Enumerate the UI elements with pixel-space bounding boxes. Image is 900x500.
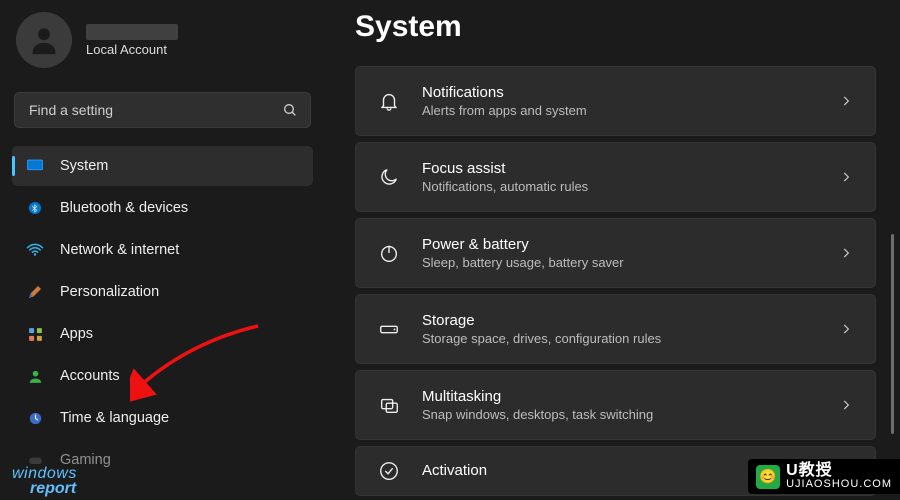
profile-subtitle: Local Account [86,42,178,57]
profile-text: Local Account [86,24,178,57]
page-title: System [355,10,876,44]
main-content: System Notifications Alerts from apps an… [325,0,900,500]
panel-list: Notifications Alerts from apps and syste… [355,66,876,496]
nav-label: Apps [60,326,93,342]
wifi-icon [26,241,44,259]
drive-icon [378,318,400,340]
accounts-icon [26,367,44,385]
sidebar-item-bluetooth[interactable]: Bluetooth & devices [12,188,313,228]
sidebar-item-apps[interactable]: Apps [12,314,313,354]
nav-label: Network & internet [60,242,179,258]
panel-multitasking[interactable]: Multitasking Snap windows, desktops, tas… [355,370,876,440]
nav-list: System Bluetooth & devices Network & int… [12,146,313,480]
paintbrush-icon [26,283,44,301]
sidebar-item-accounts[interactable]: Accounts [12,356,313,396]
power-icon [378,242,400,264]
nav-label: Bluetooth & devices [60,200,188,216]
bluetooth-icon [26,199,44,217]
chevron-right-icon [839,94,853,108]
profile-name-redacted [86,24,178,40]
checkmark-circle-icon [378,460,400,482]
nav-label: Accounts [60,368,120,384]
panel-title: Focus assist [422,160,817,177]
panel-power-battery[interactable]: Power & battery Sleep, battery usage, ba… [355,218,876,288]
chevron-right-icon [839,322,853,336]
bell-icon [378,90,400,112]
nav-label: Personalization [60,284,159,300]
search-icon [282,102,298,118]
panel-desc: Snap windows, desktops, task switching [422,407,817,422]
sidebar-item-network[interactable]: Network & internet [12,230,313,270]
panel-title: Multitasking [422,388,817,405]
apps-icon [26,325,44,343]
search-placeholder: Find a setting [29,102,113,118]
moon-icon [378,166,400,188]
clock-globe-icon [26,409,44,427]
watermark-left: windows report [12,466,77,496]
profile-block[interactable]: Local Account [12,8,313,82]
sidebar-item-time-language[interactable]: Time & language [12,398,313,438]
scrollbar-thumb[interactable] [891,234,894,434]
avatar [16,12,72,68]
panel-desc: Storage space, drives, configuration rul… [422,331,817,346]
panel-focus-assist[interactable]: Focus assist Notifications, automatic ru… [355,142,876,212]
nav-label: Time & language [60,410,169,426]
watermark-right: 😊 U教授 UJIAOSHOU.COM [748,459,900,494]
chevron-right-icon [839,170,853,184]
panel-storage[interactable]: Storage Storage space, drives, configura… [355,294,876,364]
panel-notifications[interactable]: Notifications Alerts from apps and syste… [355,66,876,136]
chevron-right-icon [839,398,853,412]
panel-title: Storage [422,312,817,329]
sidebar: Local Account Find a setting System Blue… [0,0,325,500]
search-input[interactable]: Find a setting [14,92,311,128]
multitasking-icon [378,394,400,416]
nav-label: System [60,158,108,174]
panel-desc: Notifications, automatic rules [422,179,817,194]
panel-title: Notifications [422,84,817,101]
chevron-right-icon [839,246,853,260]
panel-desc: Alerts from apps and system [422,103,817,118]
sidebar-item-system[interactable]: System [12,146,313,186]
person-icon [27,23,61,57]
watermark-badge-icon: 😊 [756,465,780,489]
sidebar-item-personalization[interactable]: Personalization [12,272,313,312]
panel-title: Power & battery [422,236,817,253]
display-icon [26,157,44,175]
panel-desc: Sleep, battery usage, battery saver [422,255,817,270]
